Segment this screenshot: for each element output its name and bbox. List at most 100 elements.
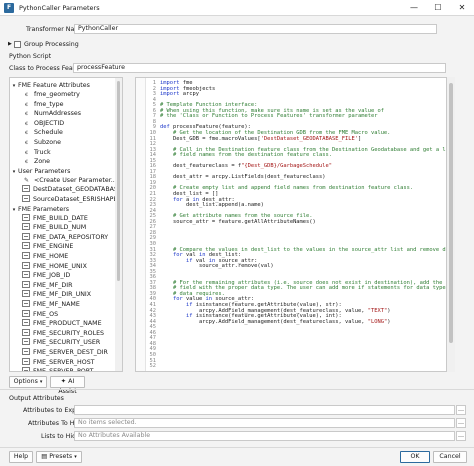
tree-item[interactable]: ꞓ Zone (22, 157, 50, 166)
chevron-down-icon[interactable]: ▾ (10, 206, 18, 215)
expand-arrow-icon[interactable]: ▶ (8, 41, 12, 47)
tree-group-2[interactable]: ▾ FME Parameters (10, 205, 122, 214)
tree-item-label: FME_MF_DIR (33, 281, 73, 289)
tree-item[interactable]: ꞓ NumAddresses (22, 109, 81, 118)
tree-item[interactable]: ꞓ Truck (22, 148, 51, 157)
tree-item[interactable]: SourceDataset_ESRISHAPE_3 (22, 195, 122, 204)
tree-scroll-thumb[interactable] (117, 81, 120, 281)
parameter-icon (22, 195, 30, 202)
tree-item[interactable]: ✎ <Create User Parameter...> (22, 176, 122, 185)
tree-item[interactable]: FME_MF_DIR (22, 280, 73, 290)
code-line: 7 # the 'Class or Function to Process Fea… (146, 113, 378, 120)
code-line: 23 dest_list.append(a.name) (146, 202, 264, 209)
section-divider (0, 389, 474, 390)
editor-scroll-thumb[interactable] (449, 83, 453, 343)
attributes-to-hide-input[interactable]: No items selected. (74, 418, 455, 428)
code-line: 14 # field names from the destination fe… (146, 152, 333, 159)
tree-item[interactable]: FME_MF_NAME (22, 300, 80, 309)
code-editor[interactable]: 1 import fme 2 import fmeobjects 3 import arc… (135, 77, 447, 372)
chevron-down-icon[interactable]: ▾ (10, 82, 18, 91)
cancel-button[interactable]: Cancel (433, 451, 467, 463)
code-token: "LONG" (367, 318, 388, 325)
editor-scrollbar[interactable] (447, 77, 455, 372)
tree-item[interactable]: FME_SERVER_DEST_DIR (22, 348, 108, 357)
sparkle-icon: ✦ (60, 378, 67, 385)
tree-item[interactable]: FME_JOB_ID (22, 271, 70, 280)
tree-scrollbar[interactable] (115, 78, 122, 371)
code-token: Dest_GDB = fme.macroValues[ (160, 135, 261, 142)
tree-item[interactable]: FME_MF_DIR_UNIX (22, 290, 91, 299)
code-token: source_attr = feature.getAllAttributeNam… (160, 218, 316, 225)
transformer-name-input[interactable]: PythonCaller (74, 24, 437, 34)
maximize-button[interactable]: ☐ (426, 0, 450, 16)
lists-to-hide-input[interactable]: No Attributes Available (74, 431, 455, 441)
tree-item[interactable]: DestDataset_GEODATABASE_FILE (22, 185, 122, 194)
window-title: PythonCaller Parameters (19, 4, 100, 12)
tree-item[interactable]: FME_HOME_UNIX (22, 261, 87, 271)
tree-item[interactable]: FME_PRODUCT_NAME (22, 319, 102, 328)
tree-item[interactable]: FME_SECURITY_ROLES (22, 328, 104, 338)
chevron-down-icon[interactable]: ▾ (10, 168, 18, 177)
chevron-down-icon: ▾ (74, 454, 77, 460)
tree-item-label: Zone (34, 158, 51, 166)
tree-item[interactable]: ꞓ fme_geometry (22, 90, 80, 99)
tree-item-label: OBJECTID (34, 119, 65, 127)
hide-ellipsis-button[interactable]: … (456, 418, 466, 428)
group-processing-checkbox[interactable] (14, 41, 21, 48)
ai-assist-button[interactable]: ✦ AI Assist (50, 376, 85, 395)
code-token: import (160, 91, 180, 98)
tree-item[interactable]: FME_SERVER_HOST (22, 357, 95, 367)
presets-button[interactable]: ▤ Presets ▾ (36, 451, 82, 463)
tree-group-0[interactable]: ▾ FME Feature Attributes (10, 81, 122, 90)
line-number: 52 (149, 363, 157, 370)
lists-ellipsis-button[interactable]: … (456, 431, 466, 441)
close-button[interactable]: ✕ (450, 0, 474, 16)
create-parameter-icon: ✎ (23, 176, 30, 184)
fme-parameter-icon (22, 338, 30, 346)
tree-item[interactable]: ꞓ Schedule (22, 128, 63, 137)
tree-item[interactable]: FME_BUILD_DATE (22, 213, 88, 223)
fme-parameter-icon (22, 348, 30, 355)
minimize-button[interactable]: — (402, 0, 426, 16)
tree-item[interactable]: ꞓ Subzone (22, 138, 61, 147)
tree-item[interactable]: FME_BUILD_NUM (22, 223, 86, 232)
attribute-icon: ꞓ (25, 129, 28, 137)
ok-button[interactable]: OK (400, 451, 430, 463)
code-token: source_attr.remove(val) (160, 263, 274, 270)
attribute-icon: ꞓ (25, 110, 28, 118)
code-line: 16 dest_featureclass = f"{Dest_GDB}/Garb… (146, 163, 333, 170)
code-line: 11 Dest_GDB = fme.macroValues['DestDatas… (146, 135, 362, 143)
code-token: ) (387, 307, 391, 314)
tree-item[interactable]: FME_SECURITY_USER (22, 338, 100, 347)
tree-item-label: FME_SERVER_PORT (33, 368, 94, 372)
tree-item-label: FME_MF_DIR_UNIX (33, 291, 92, 299)
tree-group-1[interactable]: ▾ User Parameters (10, 167, 122, 176)
fme-parameter-icon (22, 309, 30, 317)
help-button[interactable]: Help (9, 451, 33, 463)
code-line: 52 (146, 363, 160, 370)
tree-item-label: FME_HOME_UNIX (33, 262, 87, 270)
group-processing-label: Group Processing (24, 41, 79, 48)
class-to-process-input[interactable]: processFeature (73, 63, 446, 73)
code-token: "{Dest_GDB}/GarbageSchedule" (241, 163, 333, 170)
tree-item-label: fme_type (34, 100, 64, 108)
code-token: ) (387, 318, 391, 325)
fme-parameter-icon (22, 300, 30, 307)
code-token: # the 'Class or Function to Process Feat… (160, 113, 378, 120)
options-button[interactable]: Options ▾ (9, 376, 47, 388)
tree-item-label: FME_HOME (33, 253, 69, 260)
code-line: 44 arcpy.AddField_management(dest_featur… (146, 318, 391, 326)
tree-item-label: FME_OS (33, 310, 59, 318)
tree-item[interactable]: FME_ENGINE (22, 242, 73, 251)
tree-item[interactable]: FME_HOME (22, 252, 68, 261)
tree-item[interactable]: FME_DATA_REPOSITORY (22, 232, 108, 242)
options-label: Options (13, 378, 38, 385)
tree-item[interactable]: ꞓ fme_type (22, 100, 63, 109)
attribute-icon: ꞓ (25, 139, 28, 146)
tree-item[interactable]: ꞓ OBJECTID (22, 119, 64, 128)
tree-item[interactable]: FME_OS (22, 309, 59, 319)
attributes-to-expose-input[interactable] (74, 405, 455, 415)
tree-item-label: FME_SECURITY_USER (33, 339, 101, 347)
expose-ellipsis-button[interactable]: … (456, 405, 466, 415)
tree-item[interactable]: FME_SERVER_PORT (22, 367, 94, 372)
